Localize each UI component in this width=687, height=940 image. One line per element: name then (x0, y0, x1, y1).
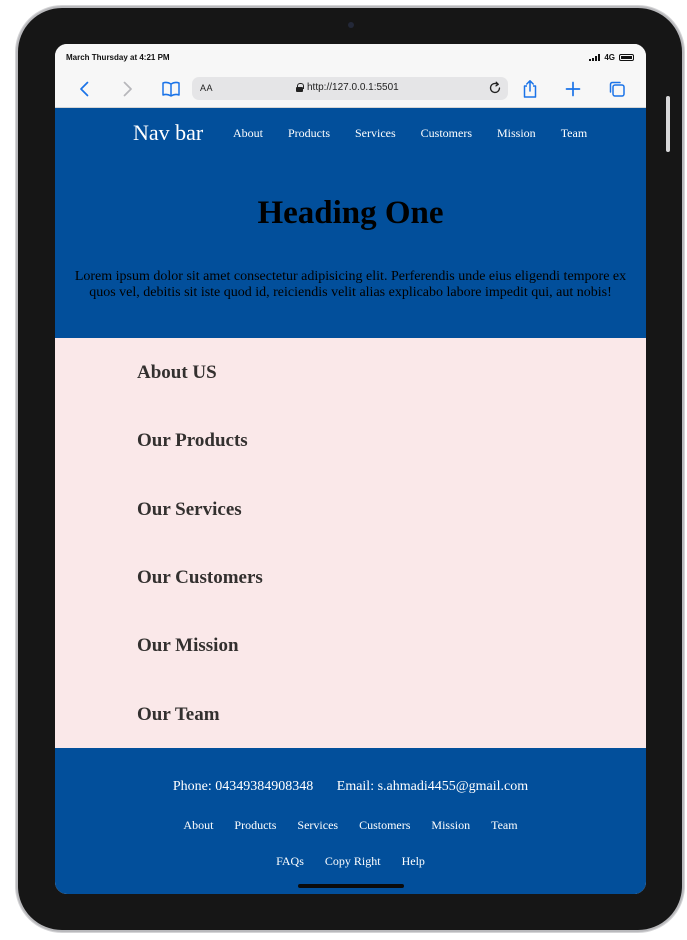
hero-heading: Heading One (257, 195, 444, 231)
nav-link-services[interactable]: Services (355, 126, 396, 141)
tabs-overview-icon[interactable] (607, 79, 627, 99)
bookmarks-icon[interactable] (161, 79, 181, 99)
section-heading-customers: Our Customers (137, 567, 263, 588)
reader-button[interactable]: AA (200, 83, 213, 93)
tablet-screen: March Thursday at 4:21 PM 4G AA http://1… (55, 44, 646, 894)
reload-icon[interactable] (488, 81, 502, 95)
footer-links: About Products Services Customers Missio… (55, 818, 646, 833)
footer-link-help[interactable]: Help (402, 854, 425, 868)
footer-phone: Phone: 04349384908348 (172, 779, 314, 794)
browser-toolbar: AA http://127.0.0.1:5501 (55, 70, 646, 108)
footer-contact: Phone: 04349384908348 Email: s.ahmadi445… (55, 779, 646, 795)
lock-icon (296, 83, 304, 92)
nav-link-team[interactable]: Team (561, 126, 587, 141)
side-button (666, 96, 670, 152)
section-heading-mission: Our Mission (137, 635, 239, 656)
signal-icon (589, 53, 601, 61)
back-icon[interactable] (75, 79, 95, 99)
footer-link-about[interactable]: About (183, 818, 213, 832)
forward-icon[interactable] (117, 79, 137, 99)
hero-text: Lorem ipsum dolor sit amet consectetur a… (74, 269, 627, 300)
footer-link-products[interactable]: Products (234, 818, 276, 832)
battery-icon (619, 53, 634, 61)
home-indicator[interactable] (298, 884, 404, 888)
status-bar: March Thursday at 4:21 PM 4G (55, 44, 646, 70)
share-icon[interactable] (520, 79, 540, 99)
footer-link-services[interactable]: Services (297, 818, 338, 832)
footer-link-customers[interactable]: Customers (359, 818, 410, 832)
network-label: 4G (604, 52, 615, 62)
nav-link-customers[interactable]: Customers (421, 126, 472, 141)
section-heading-about: About US (137, 362, 217, 383)
section-heading-products: Our Products (137, 430, 248, 451)
footer-link-team[interactable]: Team (491, 818, 517, 832)
footer-link-mission[interactable]: Mission (431, 818, 470, 832)
hero-section: Nav bar About Products Services Customer… (55, 108, 646, 338)
nav-link-about[interactable]: About (233, 126, 263, 141)
nav-links: About Products Services Customers Missio… (233, 126, 612, 141)
footer-email[interactable]: Email: s.ahmadi4455@gmail.com (337, 779, 528, 794)
camera-icon (348, 22, 354, 28)
status-time: March Thursday at 4:21 PM (66, 52, 170, 62)
footer-link-faqs[interactable]: FAQs (276, 854, 304, 868)
section-heading-services: Our Services (137, 499, 242, 520)
url-text: http://127.0.0.1:5501 (307, 82, 399, 93)
sections-list: About US Our Products Our Services Our C… (55, 338, 646, 748)
footer-secondary-links: FAQs Copy Right Help (55, 854, 646, 869)
navbar: Nav bar About Products Services Customer… (55, 108, 646, 158)
footer-link-copyright[interactable]: Copy Right (325, 854, 381, 868)
address-bar[interactable]: AA http://127.0.0.1:5501 (192, 77, 508, 100)
new-tab-icon[interactable] (563, 79, 583, 99)
nav-link-products[interactable]: Products (288, 126, 330, 141)
section-heading-team: Our Team (137, 704, 220, 725)
nav-link-mission[interactable]: Mission (497, 126, 536, 141)
navbar-brand[interactable]: Nav bar (133, 120, 203, 146)
footer: Phone: 04349384908348 Email: s.ahmadi445… (55, 748, 646, 894)
web-page: Nav bar About Products Services Customer… (55, 108, 646, 894)
